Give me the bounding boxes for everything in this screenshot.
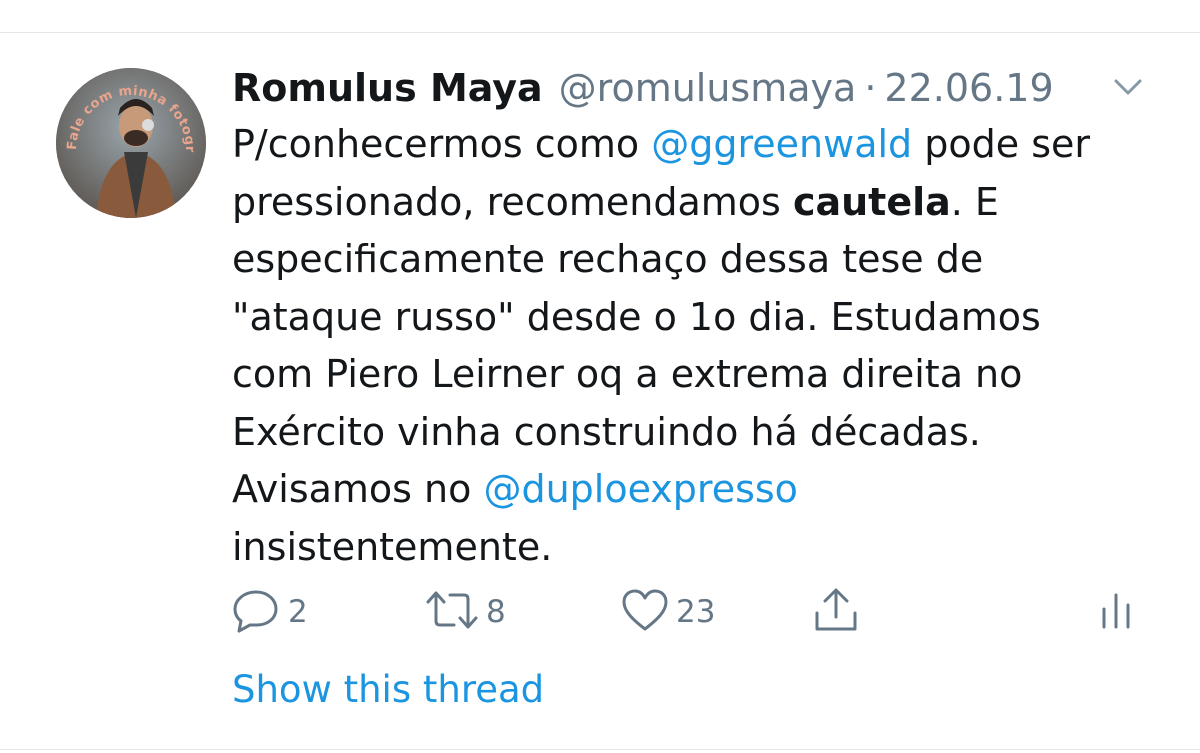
author-name[interactable]: Romulus Maya	[232, 60, 543, 116]
tweet-text-segment: Avisamos no	[232, 467, 484, 511]
reply-count: 2	[288, 594, 308, 630]
mention-link-duploexpresso[interactable]: @duploexpresso	[483, 467, 797, 511]
like-button[interactable]: 23	[620, 582, 715, 642]
tweet-line-8: insistentemente.	[232, 524, 553, 569]
author-handle[interactable]: @romulusmaya	[559, 60, 857, 116]
tweet[interactable]: Fale com minha fotografia! Romulus Maya …	[0, 0, 1200, 753]
tweet-line-5: com Piero Leirner oq a extrema direita n…	[232, 352, 1023, 396]
tweet-text-segment: . E	[950, 179, 999, 224]
tweet-date[interactable]: 22.06.19	[884, 60, 1053, 116]
tweet-line-7: Avisamos no @duploexpresso	[232, 461, 1172, 519]
retweet-count: 8	[486, 594, 506, 630]
reply-icon	[230, 587, 282, 637]
tweet-line-2: pressionado, recomendamos cautela. E	[232, 174, 1172, 232]
divider-bottom	[0, 749, 1200, 750]
analytics-icon	[1096, 587, 1136, 637]
bold-text: cautela	[792, 179, 951, 224]
avatar[interactable]: Fale com minha fotografia!	[56, 68, 206, 218]
tweet-line-4: "ataque russo" desde o 1o dia. Estudamos	[232, 294, 1041, 339]
tweet-line-1: P/conhecermos como @ggreenwald pode ser	[232, 116, 1172, 174]
like-count: 23	[676, 594, 716, 630]
tweet-text-segment: P/conhecermos como	[232, 122, 652, 166]
reply-button[interactable]: 2	[230, 582, 308, 642]
heart-icon	[620, 587, 670, 637]
tweet-text-segment: pressionado, recomendamos	[232, 179, 793, 224]
avatar-image: Fale com minha fotografia!	[56, 68, 206, 218]
header-separator: ·	[864, 66, 877, 110]
show-thread-link[interactable]: Show this thread	[232, 664, 544, 716]
tweet-header: Romulus Maya @romulusmaya · 22.06.19	[232, 60, 1054, 116]
chevron-down-icon[interactable]	[1110, 72, 1146, 102]
analytics-button[interactable]	[1096, 582, 1136, 642]
tweet-text-segment: pode ser	[912, 122, 1091, 166]
tweet-body: P/conhecermos como @ggreenwald pode ser …	[232, 116, 1172, 576]
retweet-icon	[424, 587, 480, 637]
share-icon	[810, 585, 862, 639]
tweet-line-3: especificamente rechaço dessa tese de	[232, 237, 984, 281]
retweet-button[interactable]: 8	[424, 582, 506, 642]
mention-link-ggreenwald[interactable]: @ggreenwald	[651, 122, 912, 166]
tweet-line-6: Exército vinha construindo há décadas.	[232, 409, 981, 454]
divider-top	[0, 32, 1200, 33]
share-button[interactable]	[810, 582, 862, 642]
tweet-actions: 2 8 23	[0, 582, 1200, 642]
